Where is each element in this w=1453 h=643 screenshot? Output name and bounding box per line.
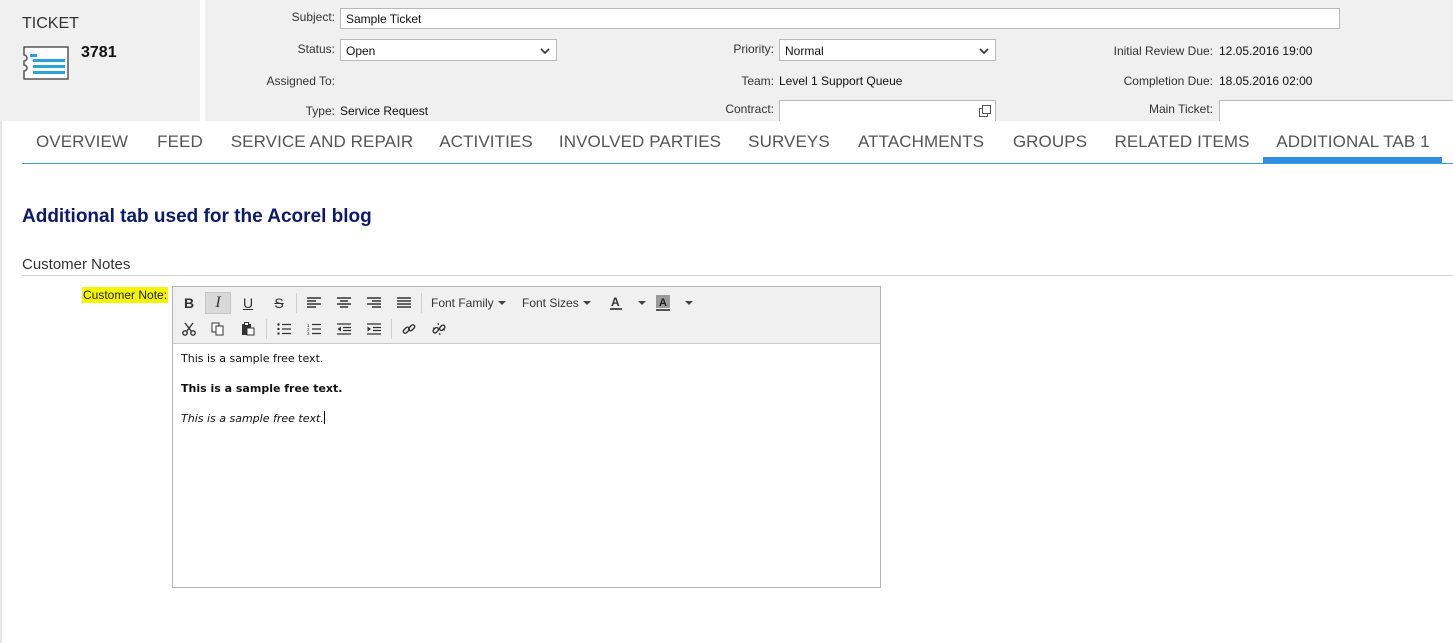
assigned-to-label: Assigned To: [266,74,336,88]
editor-paragraph-italic: This is a sample free text. [181,411,325,425]
italic-icon[interactable]: I [205,292,231,314]
ticket-header: TICKET 3781 Subject: Sample Ticket Statu… [0,0,1453,121]
team-value[interactable]: Level 1 Support Queue [779,74,902,88]
content-title: Additional tab used for the Acorel blog [22,206,372,227]
font-family-label: Font Family [431,296,494,310]
section-divider [22,275,1453,276]
completion-due-value: 18.05.2016 02:00 [1219,74,1313,88]
tab-activities[interactable]: ACTIVITIES [427,121,545,163]
tab-related-items[interactable]: RELATED ITEMS [1106,121,1258,163]
subject-label: Subject: [291,10,335,24]
toolbar-separator [296,293,297,313]
tab-surveys[interactable]: SURVEYS [740,121,838,163]
contract-input[interactable] [779,100,996,121]
editor-paragraph: This is a sample free text. [181,352,324,365]
caret-down-icon [638,301,646,305]
tab-attachments[interactable]: ATTACHMENTS [848,121,994,163]
customer-note-label: Customer Note: [82,287,169,303]
editor-italic-text: This is a sample free text. [181,412,324,425]
tab-involved-parties[interactable]: INVOLVED PARTIES [550,121,730,163]
tab-service-and-repair[interactable]: SERVICE AND REPAIR [222,121,422,163]
indent-icon[interactable] [361,318,387,340]
svg-text:A: A [659,297,667,309]
active-tab-indicator [1263,157,1442,163]
contract-label: Contract: [725,102,774,116]
background-color-dropdown[interactable] [681,292,693,314]
priority-label: Priority: [733,42,774,56]
caret-down-icon [582,301,591,305]
ticket-type-label: TICKET [22,15,79,32]
initial-review-due-value: 12.05.2016 19:00 [1219,44,1313,58]
toolbar-separator [421,293,422,313]
chevron-down-icon [979,45,989,59]
paste-icon[interactable] [235,318,261,340]
align-right-icon[interactable] [361,292,387,314]
toolbar-separator [266,319,267,339]
font-sizes-label: Font Sizes [522,296,579,310]
team-label: Team: [741,74,774,88]
svg-text:A: A [611,295,620,309]
unlink-icon[interactable] [426,318,452,340]
status-value: Open [346,44,376,58]
underline-icon[interactable]: U [235,292,261,314]
text-color-icon[interactable]: A [603,292,629,314]
numbered-list-icon[interactable]: 123 [301,318,327,340]
cut-icon[interactable] [176,318,202,340]
type-label: Type: [305,104,335,118]
ticket-icon [22,45,72,86]
tab-bar: OVERVIEW FEED SERVICE AND REPAIR ACTIVIT… [22,121,1453,164]
strikethrough-icon[interactable]: S [266,292,292,314]
text-cursor [323,411,325,424]
bold-icon[interactable]: B [176,292,202,314]
chevron-down-icon [540,45,550,59]
initial-review-due-label: Initial Review Due: [1113,44,1213,58]
caret-down-icon [497,301,506,305]
align-center-icon[interactable] [331,292,357,314]
priority-value: Normal [785,44,824,58]
font-sizes-dropdown[interactable]: Font Sizes [522,292,591,314]
link-icon[interactable] [396,318,422,340]
value-help-icon[interactable] [979,105,991,120]
completion-due-label: Completion Due: [1123,74,1213,88]
main-ticket-input[interactable] [1219,100,1453,121]
ticket-number: 3781 [81,44,117,61]
outdent-icon[interactable] [331,318,357,340]
justify-icon[interactable] [391,292,417,314]
tab-feed[interactable]: FEED [145,121,215,163]
priority-select[interactable]: Normal [779,39,996,61]
subject-input[interactable]: Sample Ticket [340,8,1340,29]
rich-text-editor: B I U S Font Family Font Sizes A A 1 2 3… [172,286,881,588]
svg-text:3: 3 [307,331,310,335]
status-select[interactable]: Open [340,39,557,61]
bullet-list-icon[interactable] [271,318,297,340]
ticket-summary-panel: TICKET 3781 [2,0,200,121]
caret-down-icon [685,301,693,305]
align-left-icon[interactable] [301,292,327,314]
text-color-dropdown[interactable] [634,292,646,314]
type-value: Service Request [340,104,429,118]
header-divider [200,0,205,121]
tab-groups[interactable]: GROUPS [1004,121,1096,163]
editor-toolbar: B I U S Font Family Font Sizes A A 1 2 3 [173,287,880,344]
copy-icon[interactable] [205,318,231,340]
editor-paragraph-bold: This is a sample free text. [181,382,343,395]
status-label: Status: [297,42,335,56]
tab-overview[interactable]: OVERVIEW [22,121,142,163]
toolbar-separator [391,319,392,339]
font-family-dropdown[interactable]: Font Family [431,292,506,314]
background-color-icon[interactable]: A [650,292,676,314]
main-ticket-label: Main Ticket: [1148,102,1213,116]
section-title: Customer Notes [22,256,131,273]
